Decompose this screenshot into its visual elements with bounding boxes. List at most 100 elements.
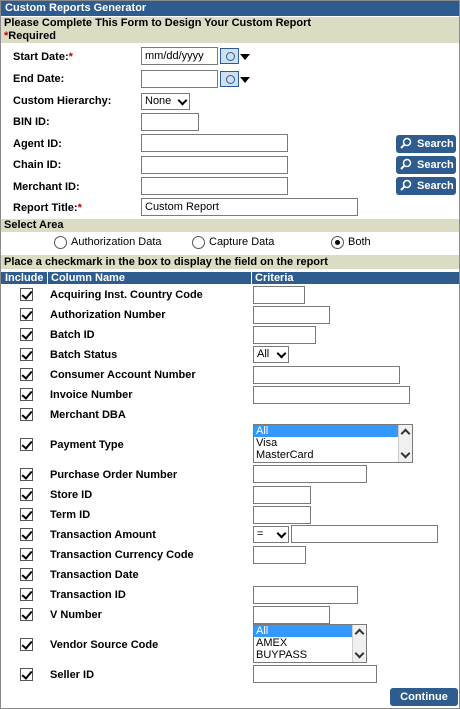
list-item[interactable]: MasterCard — [254, 449, 412, 461]
end-date-calendar-icon[interactable] — [220, 71, 239, 87]
list-item[interactable]: All — [254, 425, 412, 437]
row-checkbox[interactable] — [20, 638, 33, 651]
search-label: Search — [417, 159, 454, 171]
vendor-source-list[interactable]: All AMEX BUYPASS — [253, 624, 367, 663]
row-checkbox[interactable] — [20, 368, 33, 381]
row-checkbox[interactable] — [20, 608, 33, 621]
list-scrollbar[interactable] — [352, 625, 366, 662]
search-icon — [400, 158, 412, 170]
batch-id-input[interactable] — [253, 326, 316, 344]
scroll-down-icon[interactable] — [400, 448, 411, 459]
radio-both-label: Both — [348, 236, 371, 248]
hierarchy-value: None — [145, 95, 172, 107]
row-checkbox[interactable] — [20, 328, 33, 341]
row-checkbox[interactable] — [20, 388, 33, 401]
header-divider — [47, 272, 48, 284]
search-label: Search — [417, 138, 454, 150]
list-item[interactable]: All — [254, 625, 366, 637]
row-label: Merchant DBA — [50, 409, 126, 421]
end-date-input[interactable] — [141, 70, 218, 88]
window-title: Custom Reports Generator — [1, 1, 459, 16]
seller-id-input[interactable] — [253, 665, 377, 683]
chain-id-input[interactable] — [141, 156, 288, 174]
header-column-name: Column Name — [51, 272, 125, 284]
agent-id-input[interactable] — [141, 134, 288, 152]
row-checkbox[interactable] — [20, 668, 33, 681]
report-title-input[interactable]: Custom Report — [141, 198, 358, 216]
row-checkbox[interactable] — [20, 438, 33, 451]
start-date-dropdown-icon[interactable] — [240, 54, 250, 60]
header-include: Include — [5, 272, 44, 284]
start-date-label: Start Date:* — [13, 51, 73, 63]
row-checkbox[interactable] — [20, 308, 33, 321]
purchase-order-input[interactable] — [253, 465, 367, 483]
row-checkbox[interactable] — [20, 528, 33, 541]
row-label: Purchase Order Number — [50, 469, 178, 481]
chevron-down-icon — [276, 348, 287, 359]
scroll-up-icon[interactable] — [400, 428, 411, 439]
merchant-search-button[interactable]: Search — [396, 177, 456, 195]
start-date-input[interactable]: mm/dd/yyyy — [141, 47, 218, 65]
hierarchy-select[interactable]: None — [141, 93, 190, 110]
merchant-id-label: Merchant ID: — [13, 181, 80, 193]
merchant-id-input[interactable] — [141, 177, 288, 195]
row-checkbox[interactable] — [20, 568, 33, 581]
row-label: Transaction Currency Code — [50, 549, 194, 561]
agent-id-label: Agent ID: — [13, 138, 62, 150]
bin-id-input[interactable] — [141, 113, 199, 131]
row-checkbox[interactable] — [20, 408, 33, 421]
row-label: Batch ID — [50, 329, 95, 341]
row-checkbox[interactable] — [20, 548, 33, 561]
list-item[interactable]: AMEX — [254, 637, 366, 649]
instructions-band: Please Complete This Form to Design Your… — [1, 17, 459, 43]
scroll-up-icon[interactable] — [354, 628, 365, 639]
end-date-dropdown-icon[interactable] — [240, 77, 250, 83]
bin-id-label: BIN ID: — [13, 116, 50, 128]
row-label: Consumer Account Number — [50, 369, 196, 381]
row-checkbox[interactable] — [20, 488, 33, 501]
list-item[interactable]: BUYPASS — [254, 649, 366, 661]
continue-button[interactable]: Continue — [390, 688, 458, 706]
acquiring-country-input[interactable] — [253, 286, 305, 304]
consumer-account-input[interactable] — [253, 366, 400, 384]
transaction-amount-input[interactable] — [291, 525, 438, 543]
chevron-down-icon — [276, 528, 287, 539]
chain-search-button[interactable]: Search — [396, 156, 456, 174]
currency-code-input[interactable] — [253, 546, 306, 564]
row-label: Transaction Date — [50, 569, 139, 581]
row-checkbox[interactable] — [20, 288, 33, 301]
scroll-down-icon[interactable] — [354, 648, 365, 659]
row-checkbox[interactable] — [20, 508, 33, 521]
row-checkbox[interactable] — [20, 348, 33, 361]
row-checkbox[interactable] — [20, 588, 33, 601]
instructions-text: Please Complete This Form to Design Your… — [4, 17, 312, 29]
transaction-id-input[interactable] — [253, 586, 358, 604]
batch-status-value: All — [257, 348, 270, 360]
row-label: Authorization Number — [50, 309, 166, 321]
term-id-input[interactable] — [253, 506, 311, 524]
payment-type-list[interactable]: All Visa MasterCard — [253, 424, 413, 463]
row-label: Payment Type — [50, 439, 124, 451]
list-scrollbar[interactable] — [398, 425, 412, 462]
radio-both[interactable] — [331, 236, 344, 249]
required-note: *Required — [4, 30, 459, 42]
radio-capture-data[interactable] — [192, 236, 205, 249]
row-label: Seller ID — [50, 669, 95, 681]
radio-authorization-data[interactable] — [54, 236, 67, 249]
v-number-input[interactable] — [253, 606, 330, 624]
list-item[interactable]: Visa — [254, 437, 412, 449]
chevron-down-icon — [177, 95, 188, 106]
store-id-input[interactable] — [253, 486, 311, 504]
authorization-number-input[interactable] — [253, 306, 330, 324]
agent-search-button[interactable]: Search — [396, 135, 456, 153]
radio-capture-label: Capture Data — [209, 236, 275, 248]
amount-operator-select[interactable]: = — [253, 526, 289, 543]
batch-status-select[interactable]: All — [253, 346, 289, 363]
table-header: Include Column Name Criteria — [1, 272, 459, 284]
row-checkbox[interactable] — [20, 468, 33, 481]
row-label: V Number — [50, 609, 102, 621]
start-date-calendar-icon[interactable] — [220, 48, 239, 64]
chain-id-label: Chain ID: — [13, 159, 62, 171]
row-label: Invoice Number — [50, 389, 133, 401]
invoice-number-input[interactable] — [253, 386, 410, 404]
